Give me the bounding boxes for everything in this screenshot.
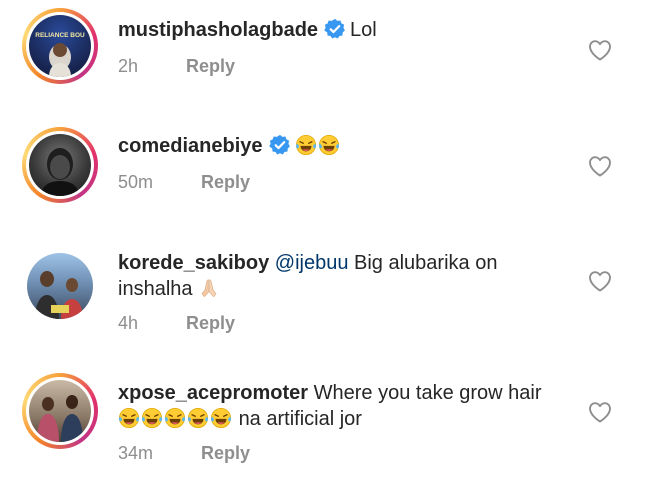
like-heart-icon[interactable] bbox=[588, 401, 612, 423]
comment-meta: 50m Reply bbox=[118, 172, 250, 193]
face-with-tears-of-joy-icon bbox=[318, 134, 340, 156]
comment-text: korede_sakiboy @ijebuu Big alubarika on … bbox=[118, 250, 558, 302]
comment-text: comedianebiye bbox=[118, 133, 558, 159]
like-heart-icon[interactable] bbox=[588, 39, 612, 61]
face-with-tears-of-joy-icon bbox=[295, 134, 317, 156]
reply-button[interactable]: Reply bbox=[201, 443, 250, 463]
verified-badge-icon bbox=[269, 134, 291, 156]
avatar-image bbox=[37, 395, 83, 442]
mention-link[interactable]: @ijebuu bbox=[275, 252, 349, 274]
avatar[interactable] bbox=[22, 248, 98, 324]
avatar-image: RELIANCE BOU bbox=[35, 32, 85, 77]
folded-hands-icon bbox=[198, 277, 220, 299]
comment-text: xpose_acepromoter Where you take grow ha… bbox=[118, 380, 558, 432]
like-heart-icon[interactable] bbox=[588, 155, 612, 177]
reply-button[interactable]: Reply bbox=[201, 172, 250, 192]
face-with-tears-of-joy-icon bbox=[141, 407, 163, 429]
avatar[interactable] bbox=[22, 373, 98, 449]
like-heart-icon[interactable] bbox=[588, 270, 612, 292]
comment-body-continued: na artificial jor bbox=[238, 408, 362, 430]
username[interactable]: korede_sakiboy bbox=[118, 252, 269, 274]
svg-text:RELIANCE BOU: RELIANCE BOU bbox=[35, 32, 85, 39]
timestamp: 34m bbox=[118, 443, 154, 463]
face-with-tears-of-joy-icon bbox=[210, 407, 232, 429]
timestamp: 4h bbox=[118, 313, 139, 333]
avatar[interactable] bbox=[22, 127, 98, 203]
avatar[interactable]: RELIANCE BOU bbox=[22, 8, 98, 84]
username[interactable]: mustiphasholagbade bbox=[118, 19, 318, 41]
face-with-tears-of-joy-icon bbox=[187, 407, 209, 429]
comment-meta: 34m Reply bbox=[118, 443, 250, 464]
face-with-tears-of-joy-icon bbox=[164, 407, 186, 429]
timestamp: 50m bbox=[118, 172, 154, 192]
username[interactable]: xpose_acepromoter bbox=[118, 382, 308, 404]
avatar-image bbox=[41, 148, 79, 196]
comment-meta: 4h Reply bbox=[118, 313, 235, 334]
avatar-image bbox=[35, 271, 83, 319]
comment-meta: 2h Reply bbox=[118, 56, 235, 77]
comment-text: mustiphasholagbade Lol bbox=[118, 17, 558, 43]
reply-button[interactable]: Reply bbox=[186, 313, 235, 333]
face-with-tears-of-joy-icon bbox=[118, 407, 140, 429]
verified-badge-icon bbox=[324, 18, 346, 40]
reply-button[interactable]: Reply bbox=[186, 56, 235, 76]
timestamp: 2h bbox=[118, 56, 139, 76]
username[interactable]: comedianebiye bbox=[118, 135, 263, 157]
comment-body: Where you take grow hair bbox=[313, 382, 542, 404]
comment-body: Lol bbox=[350, 19, 377, 41]
